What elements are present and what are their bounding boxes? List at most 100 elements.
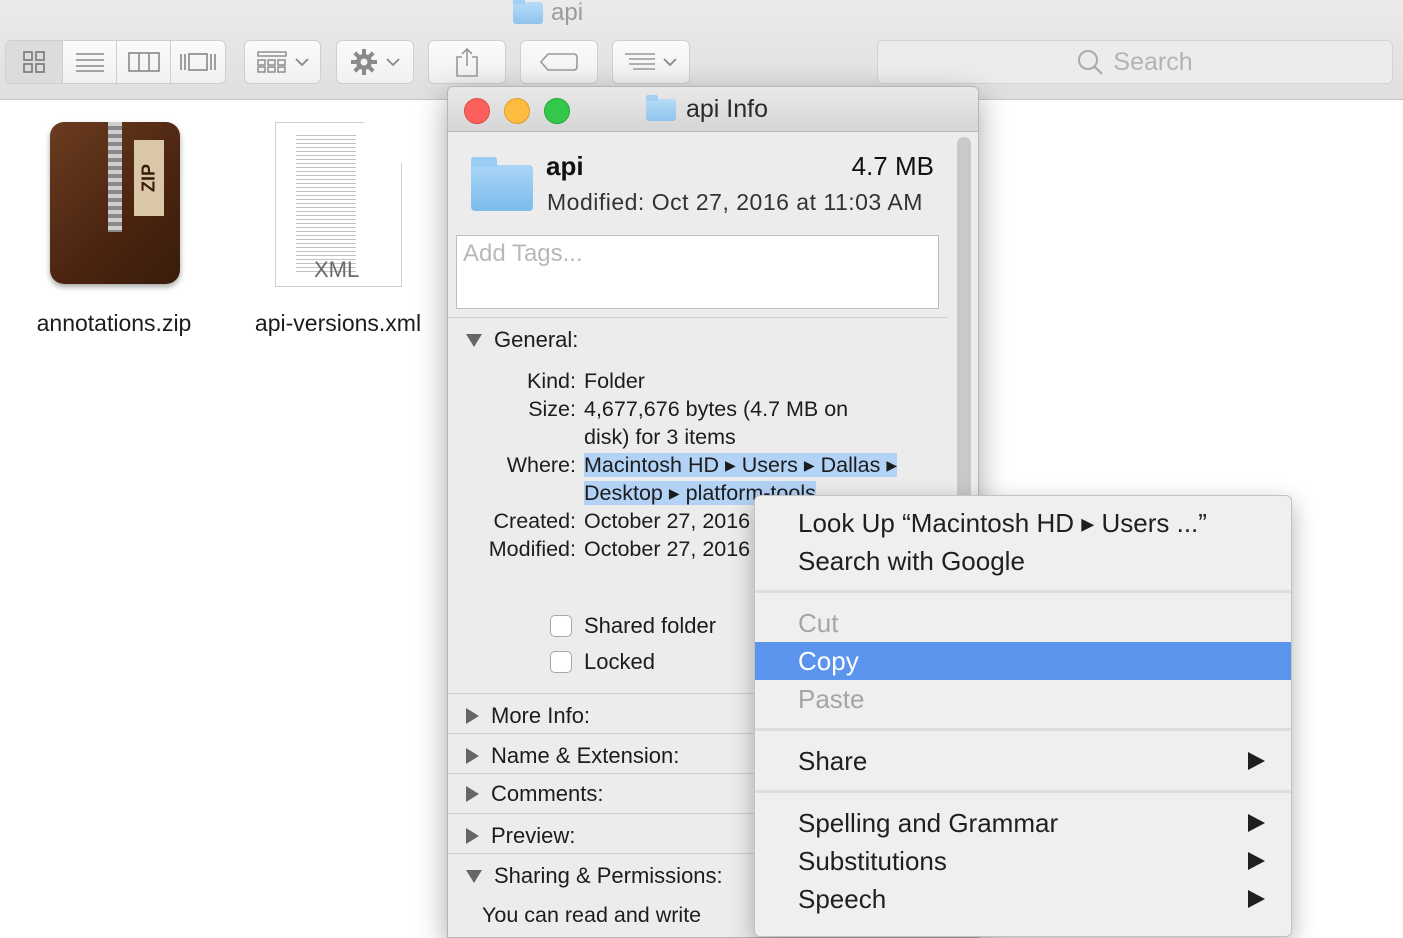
- item-modified: Modified: Oct 27, 2016 at 11:03 AM: [547, 189, 923, 215]
- chevron-down-icon: [294, 58, 309, 67]
- info-title-text: api Info: [686, 95, 769, 123]
- substitutions-label: Substitutions: [798, 845, 947, 876]
- search-placeholder: Search: [1113, 47, 1193, 76]
- locked-checkbox[interactable]: Locked: [550, 649, 655, 675]
- file-label-annotations[interactable]: annotations.zip: [14, 310, 214, 337]
- zoom-button[interactable]: [544, 98, 570, 124]
- gear-icon: [351, 49, 377, 75]
- size-value-line-1: 4,677,676 bytes (4.7 MB on: [584, 397, 849, 421]
- tag-icon: [540, 53, 578, 71]
- arrange-button[interactable]: [244, 40, 321, 84]
- menu-item-copy[interactable]: Copy: [755, 642, 1291, 680]
- gallery-view-icon: [180, 53, 216, 71]
- close-button[interactable]: [464, 98, 490, 124]
- general-section-toggle[interactable]: General:: [466, 327, 578, 353]
- checkbox-box[interactable]: [550, 615, 572, 637]
- item-size: 4.7 MB: [851, 151, 934, 181]
- more-info-heading: More Info:: [491, 703, 591, 728]
- arrange-grid-icon: [256, 51, 287, 73]
- folder-icon: [471, 157, 533, 211]
- disclosure-triangle-icon: [466, 333, 482, 347]
- menu-item-speech[interactable]: Speech: [755, 880, 1291, 918]
- xml-file-icon[interactable]: XML: [275, 122, 402, 287]
- submenu-arrow-icon: [1248, 852, 1265, 870]
- preview-section-toggle[interactable]: Preview:: [466, 823, 575, 849]
- comments-heading: Comments:: [491, 781, 604, 806]
- minimize-button[interactable]: [504, 98, 530, 124]
- menu-item-look-up[interactable]: Look Up “Macintosh HD ▸ Users ...”: [755, 504, 1291, 542]
- search-input[interactable]: Search: [877, 40, 1393, 84]
- menu-separator: [755, 728, 1291, 731]
- created-label: Created:: [493, 509, 576, 533]
- size-label: Size:: [528, 397, 576, 421]
- name-extension-heading: Name & Extension:: [491, 743, 680, 768]
- shared-folder-label: Shared folder: [584, 613, 717, 638]
- list-view-icon: [75, 53, 104, 72]
- info-titlebar: api Info: [448, 87, 978, 132]
- path-button[interactable]: [612, 40, 690, 84]
- xml-text-preview: [296, 135, 356, 275]
- icon-view-icon: [23, 51, 45, 73]
- chevron-down-icon: [386, 58, 400, 67]
- preview-heading: Preview:: [491, 823, 576, 848]
- disclosure-triangle-icon: [466, 708, 479, 724]
- menu-item-share[interactable]: Share: [755, 742, 1291, 780]
- info-window-title: api Info: [646, 94, 769, 124]
- tags-field[interactable]: Add Tags...: [456, 235, 939, 309]
- kind-value: Folder: [584, 369, 645, 393]
- zip-file-icon[interactable]: ZIP: [50, 122, 180, 284]
- tags-placeholder: Add Tags...: [463, 240, 583, 267]
- zip-badge: ZIP: [134, 140, 164, 216]
- gallery-view-button[interactable]: [171, 41, 225, 83]
- menu-item-substitutions[interactable]: Substitutions: [755, 842, 1291, 880]
- modified-value: October 27, 2016: [584, 537, 751, 561]
- search-icon: [1078, 50, 1104, 75]
- list-view-button[interactable]: [63, 41, 117, 83]
- spelling-label: Spelling and Grammar: [798, 807, 1059, 838]
- chevron-down-icon: [663, 58, 677, 67]
- sharing-text: You can read and write: [482, 903, 702, 927]
- icon-view-button[interactable]: [6, 41, 63, 83]
- zipper-graphic: [108, 122, 122, 232]
- where-value-line-1: Macintosh HD ▸ Users ▸ Dallas ▸: [584, 453, 898, 477]
- folder-icon: [646, 94, 676, 121]
- menu-item-paste: Paste: [798, 683, 865, 714]
- created-value: October 27, 2016: [584, 509, 751, 533]
- action-button[interactable]: [336, 40, 414, 84]
- general-heading: General:: [494, 327, 579, 352]
- share-icon: [456, 47, 478, 77]
- xml-badge: XML: [314, 257, 360, 282]
- size-value-line-2: disk) for 3 items: [584, 425, 736, 449]
- column-view-button[interactable]: [117, 41, 171, 83]
- list-icon: [625, 53, 655, 70]
- modified-label: Modified:: [488, 537, 576, 561]
- menu-separator: [755, 790, 1291, 793]
- item-name: api: [546, 151, 584, 181]
- finder-title-text: api: [551, 0, 584, 26]
- disclosure-triangle-icon: [466, 869, 482, 883]
- shared-folder-checkbox[interactable]: Shared folder: [550, 613, 716, 639]
- submenu-arrow-icon: [1248, 890, 1265, 908]
- menu-item-cut: Cut: [798, 607, 839, 638]
- finder-window-title: api: [513, 0, 583, 26]
- menu-item-search-google[interactable]: Search with Google: [755, 542, 1291, 580]
- speech-label: Speech: [798, 883, 887, 914]
- context-menu: Look Up “Macintosh HD ▸ Users ...” Searc…: [754, 495, 1292, 937]
- name-extension-section-toggle[interactable]: Name & Extension:: [466, 743, 679, 769]
- folder-icon: [513, 0, 543, 24]
- divider: [448, 317, 948, 318]
- menu-item-spelling-grammar[interactable]: Spelling and Grammar: [755, 804, 1291, 842]
- size-value: 4,677,676 bytes (4.7 MB on disk) for 3 i…: [584, 395, 848, 451]
- file-label-api-versions[interactable]: api-versions.xml: [238, 310, 438, 337]
- more-info-section-toggle[interactable]: More Info:: [466, 703, 590, 729]
- submenu-arrow-icon: [1248, 814, 1265, 832]
- share-button[interactable]: [428, 40, 506, 84]
- checkbox-box[interactable]: [550, 651, 572, 673]
- tags-button[interactable]: [520, 40, 598, 84]
- sharing-permissions-section-toggle[interactable]: Sharing & Permissions:: [466, 863, 723, 889]
- comments-section-toggle[interactable]: Comments:: [466, 781, 603, 807]
- disclosure-triangle-icon: [466, 828, 479, 844]
- disclosure-triangle-icon: [466, 786, 479, 802]
- menu-separator: [755, 590, 1291, 593]
- submenu-arrow-icon: [1248, 752, 1265, 770]
